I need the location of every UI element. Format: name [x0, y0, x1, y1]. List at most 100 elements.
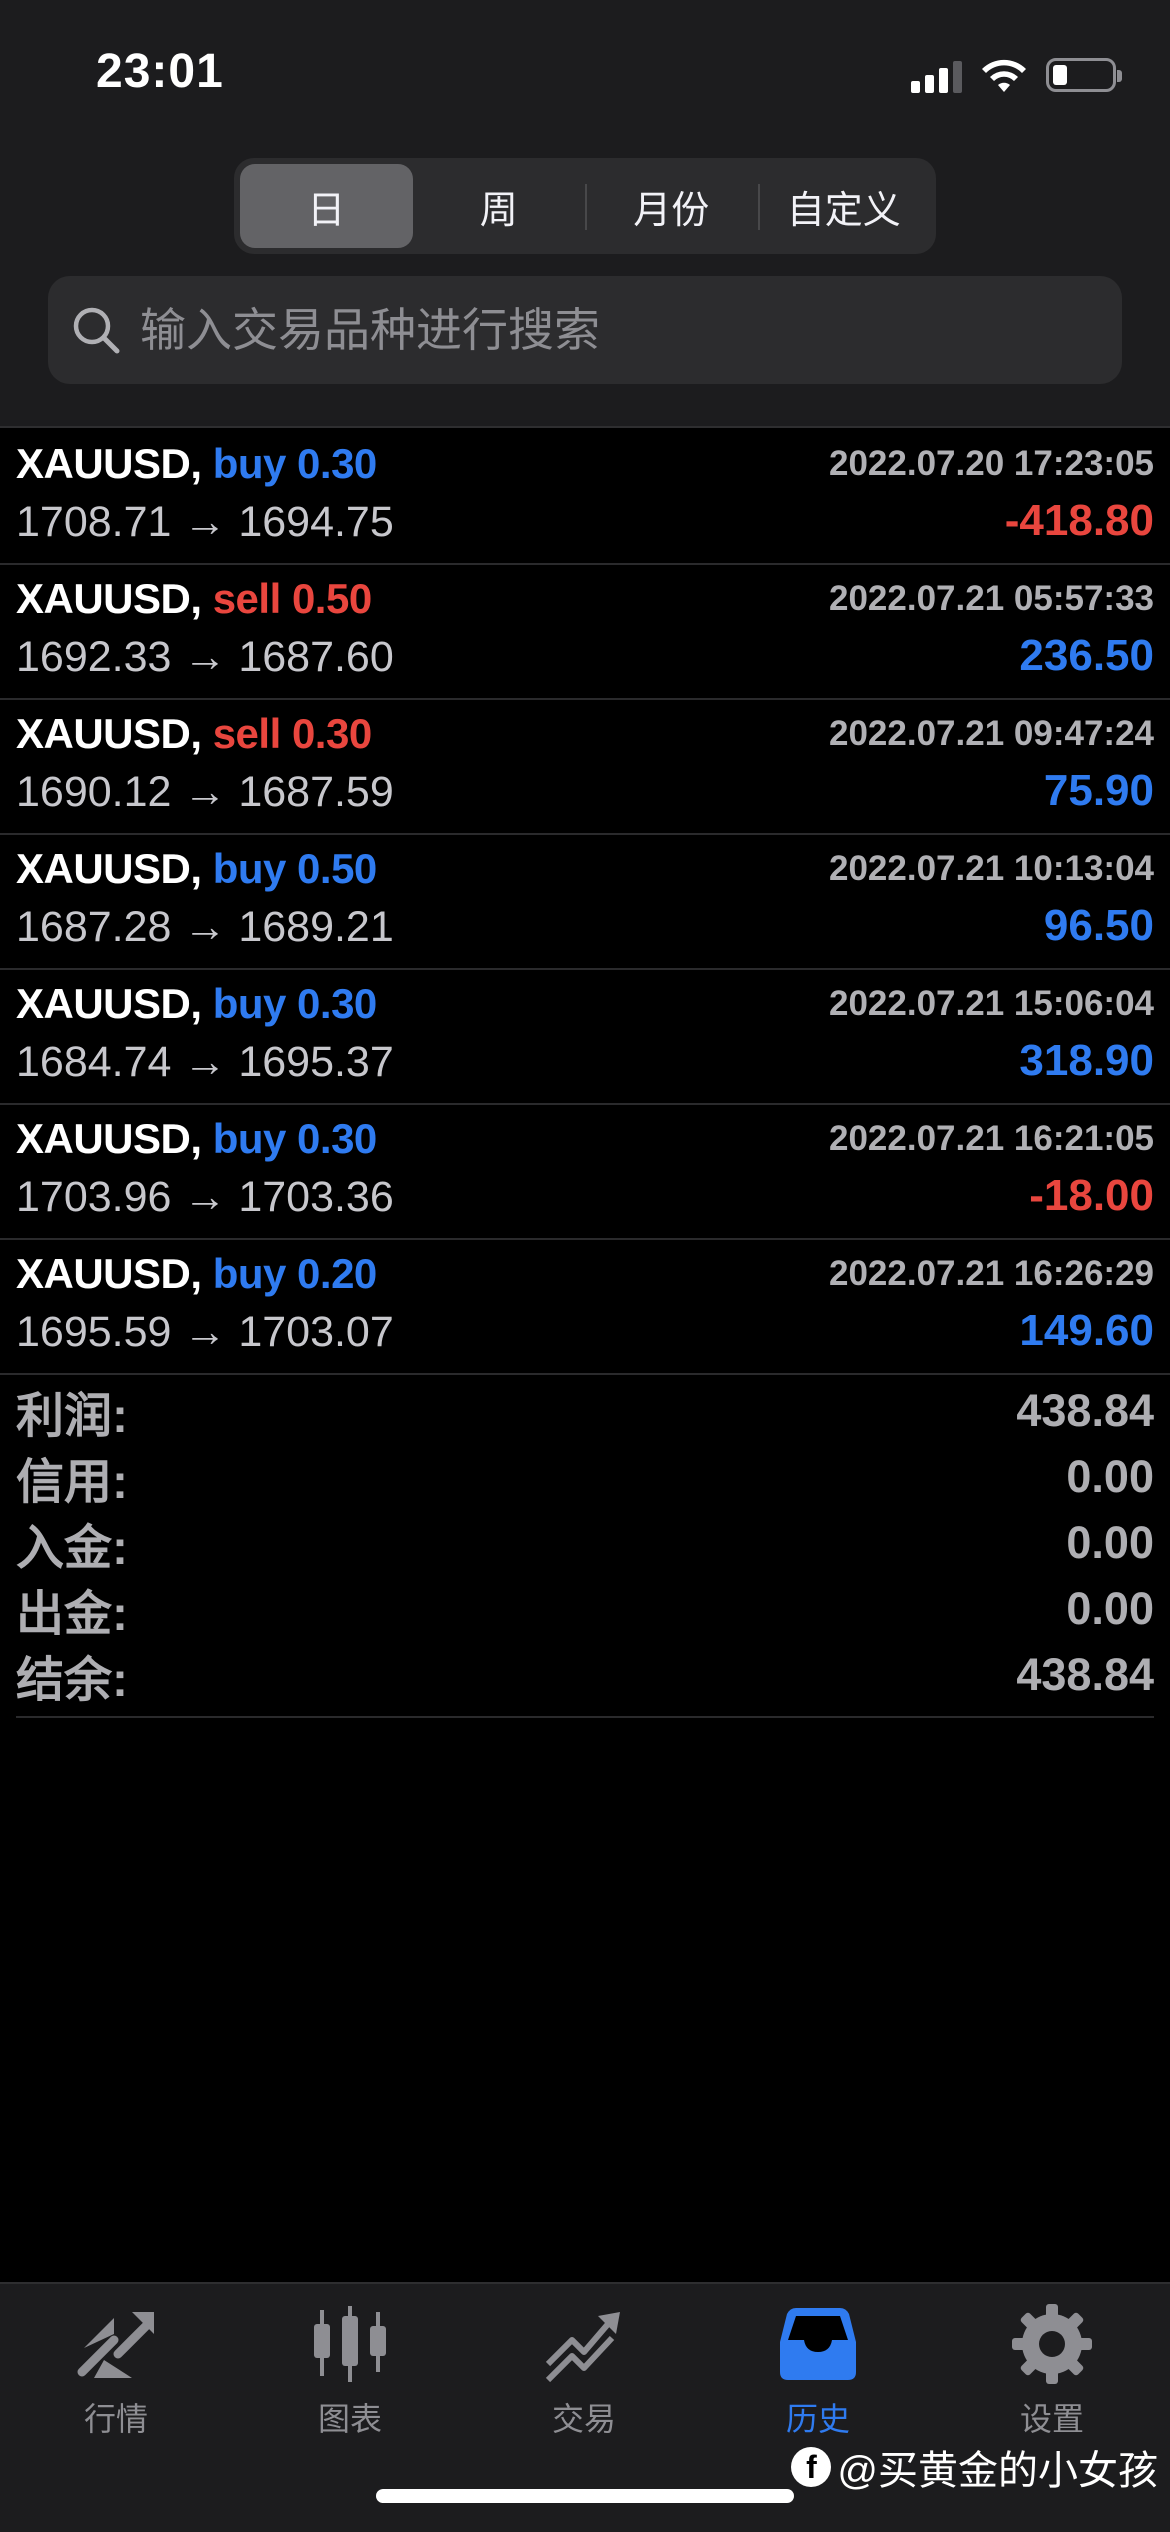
- trade-volume: 0.30: [297, 1115, 377, 1162]
- trade-profit: -418.80: [1004, 496, 1154, 545]
- trade-trend-icon: [545, 2312, 620, 2383]
- trade-profit: 318.90: [1019, 1036, 1154, 1085]
- tab-charts[interactable]: 图表: [250, 2302, 450, 2440]
- trade-row[interactable]: XAUUSD, sell 0.30 2022.07.21 09:47:24 16…: [0, 700, 1170, 835]
- trade-volume: 0.30: [297, 980, 377, 1027]
- trade-time: 2022.07.21 09:47:24: [829, 714, 1154, 753]
- tab-label: 图表: [317, 2401, 382, 2437]
- trade-time: 2022.07.20 17:23:05: [829, 444, 1154, 483]
- wifi-icon: [982, 59, 1026, 92]
- status-icons: [911, 52, 1122, 98]
- search-bar[interactable]: [48, 276, 1122, 384]
- trade-symbol: XAUUSD,: [16, 845, 202, 892]
- summary-deposit: 入金: 0.00: [16, 1510, 1154, 1576]
- summary-value: 0.00: [1066, 1583, 1154, 1634]
- trade-row[interactable]: XAUUSD, buy 0.30 2022.07.21 16:21:05 170…: [0, 1105, 1170, 1240]
- watermark: f @买黄金的小女孩: [791, 2438, 1158, 2496]
- summary-label: 信用:: [16, 1456, 128, 1509]
- trade-prices: 1692.33 → 1687.60: [16, 633, 394, 681]
- home-indicator[interactable]: [376, 2489, 794, 2503]
- summary-label: 结余:: [16, 1654, 128, 1707]
- search-icon: [73, 307, 120, 354]
- tab-quotes[interactable]: 行情: [16, 2302, 216, 2440]
- trade-symbol: XAUUSD,: [16, 575, 202, 622]
- trade-symbol: XAUUSD,: [16, 710, 202, 757]
- gear-icon: [1012, 2304, 1092, 2384]
- tab-custom[interactable]: 自定义: [757, 164, 931, 248]
- summary-balance: 结余: 438.84: [16, 1642, 1154, 1708]
- trade-side: buy: [212, 1250, 287, 1297]
- trade-side: buy: [212, 845, 287, 892]
- quotes-arrows-icon: [77, 2312, 154, 2378]
- tab-label: 历史: [785, 2401, 850, 2437]
- summary-value: 0.00: [1066, 1451, 1154, 1502]
- tab-trade[interactable]: 交易: [484, 2302, 684, 2440]
- history-inbox-icon: [780, 2308, 856, 2380]
- tab-label: 交易: [551, 2401, 616, 2437]
- trade-prices: 1703.96 → 1703.36: [16, 1173, 394, 1221]
- summary-label: 利润:: [16, 1390, 128, 1443]
- watermark-text: @买黄金的小女孩: [837, 2449, 1158, 2493]
- tab-history[interactable]: 历史: [718, 2302, 918, 2440]
- summary-value: 438.84: [1016, 1649, 1154, 1700]
- tab-month[interactable]: 月份: [585, 164, 758, 248]
- trade-side: buy: [212, 1115, 287, 1162]
- trade-side: sell: [212, 710, 282, 757]
- trade-symbol: XAUUSD,: [16, 1250, 202, 1297]
- trade-prices: 1708.71 → 1694.75: [16, 498, 394, 546]
- trade-row[interactable]: XAUUSD, buy 0.50 2022.07.21 10:13:04 168…: [0, 835, 1170, 970]
- tab-label: 行情: [83, 2401, 148, 2437]
- period-segmented-control: 日 周 月份 自定义: [234, 158, 936, 254]
- trade-profit: -18.00: [1029, 1171, 1154, 1220]
- battery-icon: [1046, 58, 1122, 92]
- trade-prices: 1687.28 → 1689.21: [16, 903, 394, 951]
- trade-volume: 0.30: [297, 440, 377, 487]
- search-input[interactable]: [140, 303, 1040, 357]
- trade-time: 2022.07.21 05:57:33: [829, 579, 1154, 618]
- trade-volume: 0.20: [297, 1250, 377, 1297]
- trade-side: buy: [212, 980, 287, 1027]
- summary-profit: 利润: 438.84: [16, 1378, 1154, 1444]
- trade-prices: 1695.59 → 1703.07: [16, 1308, 394, 1356]
- trade-volume: 0.50: [297, 845, 377, 892]
- history-screen: 23:01 日 周 月份 自定义 输入交易品种进行搜索 XAUUSD, buy …: [0, 0, 1170, 2532]
- candlestick-chart-icon: [314, 2306, 386, 2382]
- facebook-logo-icon: f: [791, 2447, 832, 2487]
- trade-symbol: XAUUSD,: [16, 980, 202, 1027]
- summary-credit: 信用: 0.00: [16, 1444, 1154, 1510]
- trade-prices: 1684.74 → 1695.37: [16, 1038, 394, 1086]
- trade-side: buy: [212, 440, 287, 487]
- trade-time: 2022.07.21 15:06:04: [829, 984, 1154, 1023]
- trade-symbol: XAUUSD,: [16, 1115, 202, 1162]
- trade-list: XAUUSD, buy 0.30 2022.07.20 17:23:05 170…: [0, 430, 1170, 1375]
- cellular-signal-icon: [911, 57, 962, 93]
- header: 23:01 日 周 月份 自定义: [0, 0, 1170, 428]
- trade-profit: 236.50: [1019, 631, 1154, 680]
- tab-week[interactable]: 周: [413, 164, 586, 248]
- summary-value: 0.00: [1066, 1517, 1154, 1568]
- trade-row[interactable]: XAUUSD, buy 0.30 2022.07.20 17:23:05 170…: [0, 430, 1170, 565]
- summary-label: 入金:: [16, 1522, 128, 1575]
- trade-row[interactable]: XAUUSD, sell 0.50 2022.07.21 05:57:33 16…: [0, 565, 1170, 700]
- summary-label: 出金:: [16, 1588, 128, 1641]
- trade-row[interactable]: XAUUSD, buy 0.20 2022.07.21 16:26:29 169…: [0, 1240, 1170, 1375]
- status-time: 23:01: [96, 45, 224, 98]
- trade-time: 2022.07.21 16:26:29: [829, 1254, 1154, 1293]
- trade-profit: 149.60: [1019, 1306, 1154, 1355]
- tab-label: 设置: [1019, 2401, 1084, 2437]
- summary-withdrawal: 出金: 0.00: [16, 1576, 1154, 1642]
- trade-row[interactable]: XAUUSD, buy 0.30 2022.07.21 15:06:04 168…: [0, 970, 1170, 1105]
- trade-symbol: XAUUSD,: [16, 440, 202, 487]
- trade-prices: 1690.12 → 1687.59: [16, 768, 394, 816]
- trade-volume: 0.30: [291, 710, 372, 757]
- account-summary: 利润: 438.84 信用: 0.00 入金: 0.00 出金: 0.00 结余…: [16, 1378, 1154, 1718]
- tab-settings[interactable]: 设置: [952, 2302, 1152, 2440]
- tab-day[interactable]: 日: [240, 164, 413, 248]
- trade-time: 2022.07.21 16:21:05: [829, 1119, 1154, 1158]
- trade-time: 2022.07.21 10:13:04: [829, 849, 1154, 888]
- trade-profit: 75.90: [1043, 766, 1154, 815]
- trade-volume: 0.50: [291, 575, 372, 622]
- trade-profit: 96.50: [1043, 901, 1154, 950]
- trade-side: sell: [212, 575, 282, 622]
- summary-value: 438.84: [1016, 1385, 1154, 1436]
